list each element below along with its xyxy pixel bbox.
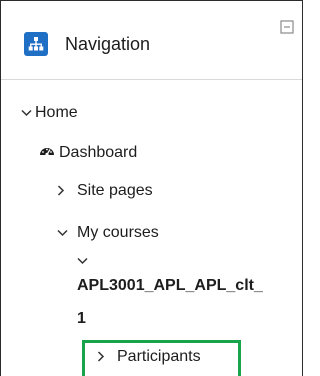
nav-item-label: Home xyxy=(35,104,78,121)
nav-item-dashboard[interactable]: Dashboard xyxy=(39,142,137,164)
chevron-down-icon xyxy=(57,222,77,244)
course-chevron[interactable] xyxy=(77,255,88,267)
block-header: Navigation xyxy=(1,1,302,80)
chevron-down-icon xyxy=(77,252,88,269)
dashboard-icon xyxy=(39,142,59,164)
navigation-block: Navigation Home Dashboard Site pages My … xyxy=(0,0,303,376)
sitemap-icon xyxy=(24,32,48,56)
minus-square-icon[interactable] xyxy=(280,20,294,34)
nav-item-site-pages[interactable]: Site pages xyxy=(57,180,153,202)
chevron-down-icon xyxy=(21,102,35,124)
nav-item-label: Site pages xyxy=(77,182,153,199)
nav-item-label: Dashboard xyxy=(59,144,138,161)
course-name-line2[interactable]: 1 xyxy=(77,308,86,330)
nav-item-home[interactable]: Home xyxy=(21,102,78,124)
block-title: Navigation xyxy=(65,34,151,54)
nav-item-my-courses[interactable]: My courses xyxy=(57,222,159,244)
course-name-line1[interactable]: APL3001_APL_APL_clt_ xyxy=(77,275,263,297)
highlight-box xyxy=(82,340,241,376)
chevron-right-icon xyxy=(57,180,77,202)
nav-item-label: My courses xyxy=(77,224,159,241)
